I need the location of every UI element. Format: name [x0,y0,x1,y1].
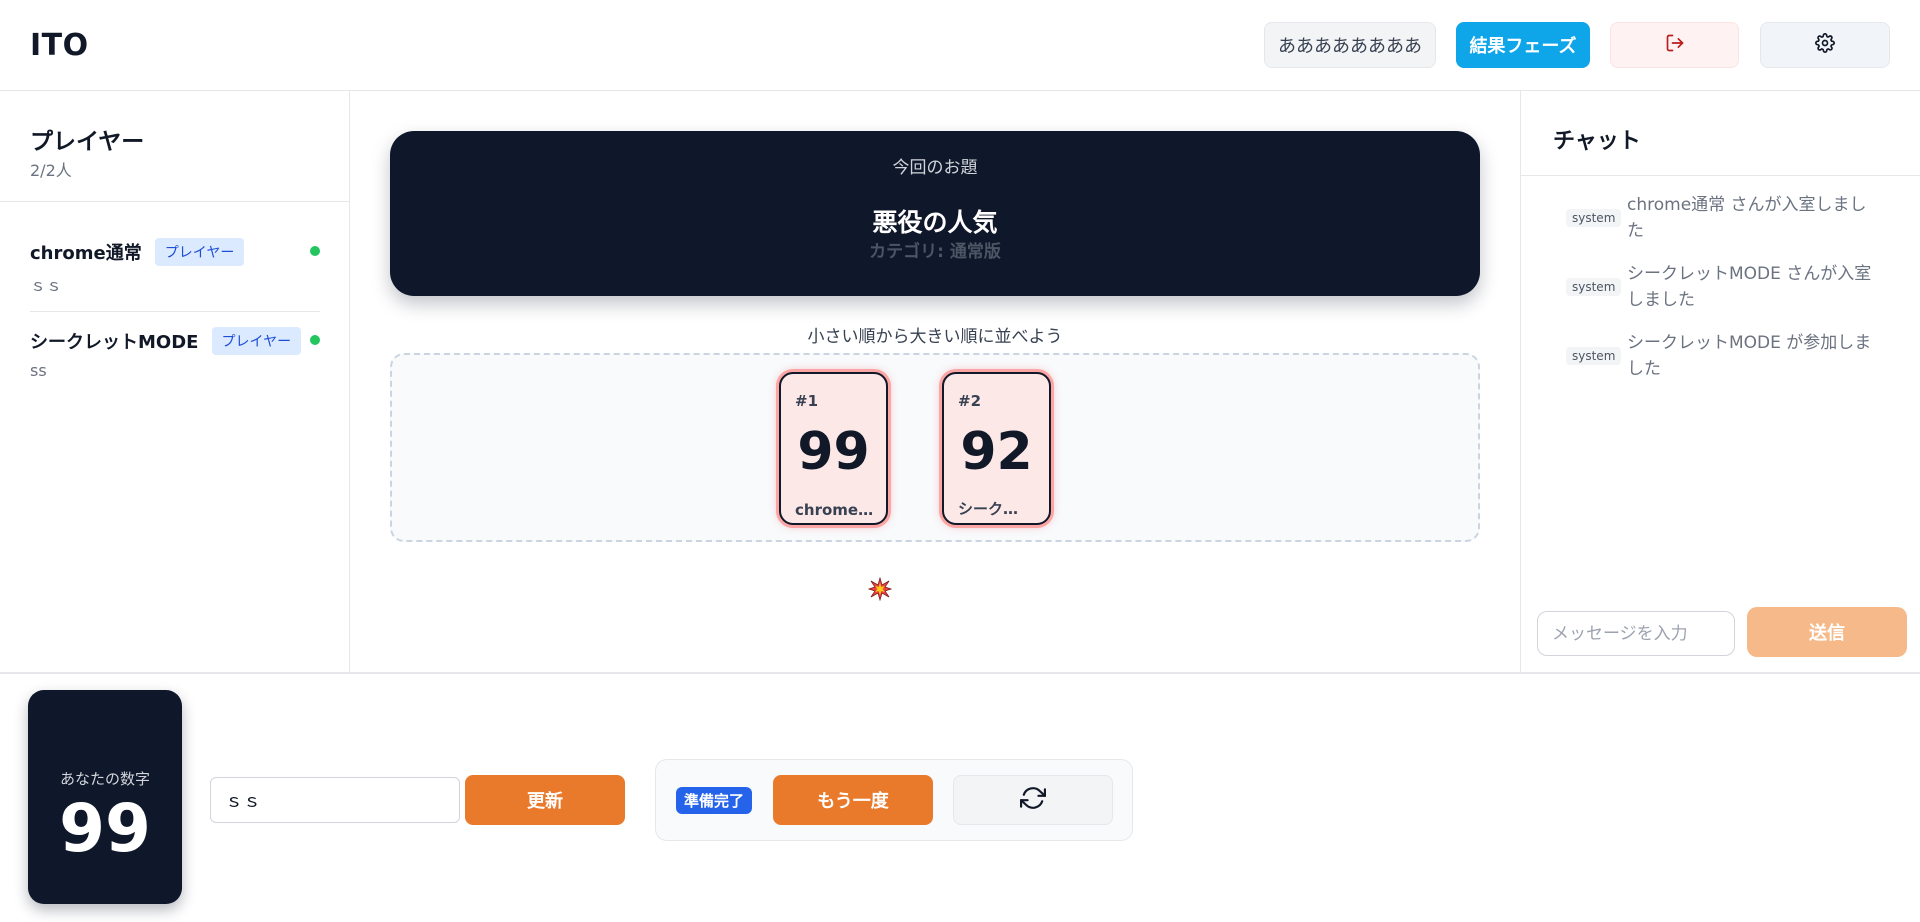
players-title: プレイヤー [30,129,145,155]
room-name-button[interactable]: ああああああああ [1264,22,1436,68]
gear-icon [1815,32,1835,58]
card-owner: シーク… [958,500,1019,518]
card-number: 99 [797,422,870,482]
topic-label: 今回のお題 [892,158,978,178]
played-card[interactable]: #2 92 シーク… [942,372,1051,525]
settings-button[interactable] [1760,22,1890,68]
update-button[interactable]: 更新 [465,775,625,825]
logout-icon [1665,33,1685,58]
played-card[interactable]: #1 99 chrome… [779,372,888,525]
card-rank: #1 [795,392,819,410]
chat-sender-tag: system [1566,347,1622,365]
chat-message-input[interactable] [1537,611,1735,656]
hint-word-input[interactable] [210,777,460,823]
divider [30,311,320,312]
result-phase-button[interactable]: 結果フェーズ [1456,22,1590,68]
card-rank: #2 [958,392,982,410]
topic-title: 悪役の人気 [872,208,998,237]
player-word: ss [30,361,47,380]
ready-status-badge: 準備完了 [676,787,753,814]
chat-title: チャット [1553,129,1641,154]
my-number-card: あなたの数字 99 [28,690,182,904]
player-role-badge: プレイヤー [154,238,245,266]
player-item: シークレットMODE プレイヤー ss [30,327,320,380]
online-status-dot [310,246,320,256]
players-count: 2/2人 [30,161,72,180]
card-dropzone[interactable]: #1 99 chrome… #2 92 シーク… [390,353,1480,542]
card-owner: chrome… [795,501,874,519]
player-name: chrome通常 [30,243,142,264]
player-item: chrome通常 プレイヤー ｓｓ [30,238,320,296]
player-name: シークレットMODE [30,332,199,353]
card-number: 92 [960,422,1033,482]
send-button[interactable]: 送信 [1747,607,1907,657]
my-number-label: あなたの数字 [59,770,150,788]
chat-panel: チャット system chrome通常 さんが入室しました system シー… [1520,91,1920,672]
chat-sender-tag: system [1566,209,1622,227]
explosion-icon [867,576,893,606]
players-panel: プレイヤー 2/2人 chrome通常 プレイヤー ｓｓ シークレットMODE … [0,91,350,672]
chat-message-text: シークレットMODE さんが入室しました [1627,264,1872,310]
topic-category: カテゴリ: 通常版 [869,242,1001,262]
my-number-value: 99 [59,790,151,867]
chat-sender-tag: system [1566,278,1622,296]
refresh-button[interactable] [953,775,1113,825]
refresh-icon [1020,785,1046,815]
player-controls-bar: あなたの数字 99 更新 準備完了 もう一度 [0,672,1920,922]
divider [0,201,350,202]
chat-message-text: chrome通常 さんが入室しました [1627,195,1867,241]
board-instruction: 小さい順から大きい順に並べよう [807,327,1063,347]
player-word: ｓｓ [30,276,63,295]
chat-message-text: シークレットMODE が参加しました [1627,333,1872,379]
round-actions: 準備完了 もう一度 [655,759,1133,841]
online-status-dot [310,335,320,345]
player-role-badge: プレイヤー [211,327,302,355]
divider [1521,175,1920,176]
play-again-button[interactable]: もう一度 [773,775,933,825]
app-logo: ITO [30,28,89,63]
topic-card: 今回のお題 悪役の人気 カテゴリ: 通常版 [390,131,1480,296]
app-header: ITO ああああああああ 結果フェーズ [0,0,1920,91]
leave-room-button[interactable] [1610,22,1739,68]
